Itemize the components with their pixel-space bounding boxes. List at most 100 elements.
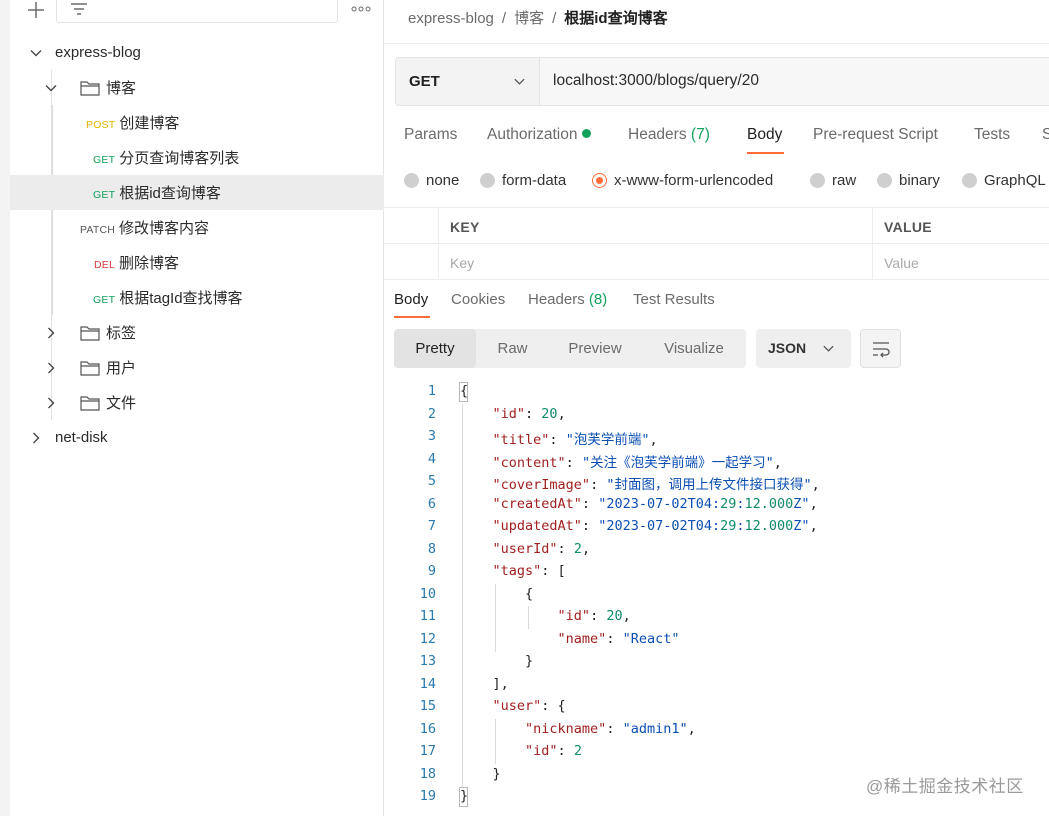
code-text: } (460, 765, 501, 782)
code-line: 13 } (384, 650, 1049, 673)
format-value: JSON (768, 340, 807, 356)
folder-icon (80, 360, 100, 376)
code-line: 10 { (384, 583, 1049, 606)
tab-params[interactable]: Params (404, 126, 457, 144)
folder-files[interactable]: 文件 (10, 385, 384, 420)
view-visualize-button[interactable]: Visualize (649, 329, 739, 368)
code-text: "tags": [ (492, 563, 566, 579)
code-line: 7 "updatedAt": "2023-07-02T04:29:12.000Z… (384, 515, 1049, 538)
method-select[interactable]: GET (396, 58, 540, 105)
collection-net-disk[interactable]: net-disk (10, 420, 384, 455)
response-tab-cookies[interactable]: Cookies (451, 291, 505, 308)
folder-label: 博客 (106, 80, 137, 97)
line-number: 19 (419, 788, 436, 804)
line-number: 4 (427, 450, 436, 467)
radio-none[interactable]: none (404, 172, 459, 189)
url-input[interactable]: localhost:3000/blogs/query/20 (540, 58, 1049, 105)
line-number: 5 (427, 473, 436, 489)
request-name: 根据id查询博客 (119, 185, 221, 202)
request-name: 修改博客内容 (119, 220, 210, 237)
tab-label: Headers (528, 291, 585, 308)
radio-icon (404, 173, 419, 188)
code-text: "title": "泡芙学前端", (492, 432, 658, 448)
request-update-blog[interactable]: PATCH 修改博客内容 (10, 210, 384, 245)
response-body-viewer[interactable]: 1{2 "id": 20, 3 "title": "泡芙学前端", 4 "conte… (384, 380, 1049, 816)
line-number: 1 (427, 383, 436, 399)
request-delete-blog[interactable]: DEL 删除博客 (10, 245, 384, 280)
response-tab-test-results[interactable]: Test Results (633, 291, 715, 308)
more-options-button[interactable] (348, 0, 374, 20)
tab-tests[interactable]: Tests (974, 126, 1010, 144)
method-badge: POST (86, 119, 116, 131)
chevron-right-icon (44, 396, 58, 410)
request-label: GET 分页查询博客列表 (93, 147, 239, 168)
tab-headers[interactable]: Headers (7) (628, 126, 710, 144)
plus-icon (28, 2, 44, 18)
tab-body[interactable]: Body (747, 126, 782, 144)
request-label: POST 创建博客 (86, 112, 179, 133)
request-get-blog-by-id[interactable]: GET 根据id查询博客 (10, 175, 384, 210)
breadcrumb-folder[interactable]: 博客 (514, 10, 544, 27)
request-list-blogs[interactable]: GET 分页查询博客列表 (10, 140, 384, 175)
line-number: 3 (427, 428, 436, 444)
filter-icon (71, 3, 87, 15)
format-select[interactable]: JSON (756, 329, 851, 368)
code-line: 15 "user": { (384, 695, 1049, 718)
wrap-lines-button[interactable] (860, 329, 901, 368)
line-number: 17 (419, 743, 436, 759)
line-number: 8 (427, 540, 436, 557)
key-input[interactable]: Key (439, 244, 873, 280)
line-number: 18 (419, 765, 436, 782)
code-line: 5 "coverImage": "封面图，调用上传文件接口获得", (384, 470, 1049, 493)
table-header-value: VALUE (873, 208, 1049, 244)
line-number: 2 (427, 405, 436, 422)
radio-graphql[interactable]: GraphQL (962, 172, 1046, 189)
radio-label: binary (899, 172, 940, 189)
radio-x-www-form-urlencoded[interactable]: x-www-form-urlencoded (592, 172, 773, 189)
chevron-right-icon (44, 326, 58, 340)
view-raw-button[interactable]: Raw (476, 329, 549, 368)
line-number: 6 (427, 495, 436, 512)
radio-label: x-www-form-urlencoded (614, 172, 774, 189)
folder-blog[interactable]: 博客 (10, 70, 384, 105)
line-number: 14 (419, 675, 436, 692)
radio-form-data[interactable]: form-data (480, 172, 566, 189)
tab-pre-request-script[interactable]: Pre-request Script (813, 126, 938, 144)
line-number: 7 (427, 518, 436, 534)
collection-express-blog[interactable]: express-blog (10, 35, 384, 70)
breadcrumb-separator: / (552, 10, 557, 27)
request-label: DEL 删除博客 (94, 252, 179, 273)
code-text: ], (460, 675, 509, 692)
line-number: 10 (419, 585, 436, 602)
chevron-down-icon (823, 345, 834, 352)
add-button[interactable] (24, 0, 48, 22)
request-create-blog[interactable]: POST 创建博客 (10, 105, 384, 140)
breadcrumb-current[interactable]: 根据id查询博客 (564, 10, 667, 27)
code-line: 8 "userId": 2, (384, 538, 1049, 561)
filter-input[interactable] (56, 0, 338, 23)
breadcrumb-collection[interactable]: express-blog (408, 10, 494, 27)
code-line: 17 "id": 2 (384, 740, 1049, 763)
more-horizontal-icon (351, 6, 371, 12)
value-input[interactable]: Value (873, 244, 1049, 280)
params-table: KEY VALUE Key Value (384, 207, 1049, 280)
view-preview-button[interactable]: Preview (556, 329, 634, 368)
radio-binary[interactable]: binary (877, 172, 940, 189)
method-badge: GET (93, 294, 116, 306)
table-cell (384, 244, 439, 280)
code-text: "content": "关注《泡芙学前端》一起学习", (492, 454, 782, 471)
tab-settings[interactable]: S (1042, 126, 1049, 144)
folder-users[interactable]: 用户 (10, 350, 384, 385)
folder-tags[interactable]: 标签 (10, 315, 384, 350)
code-text: { (460, 383, 469, 399)
chevron-down-icon (514, 78, 525, 85)
folder-label: 标签 (106, 325, 137, 342)
response-tab-body[interactable]: Body (394, 291, 428, 308)
value-placeholder: Value (884, 255, 919, 271)
request-find-by-tag[interactable]: GET 根据tagId查找博客 (10, 280, 384, 315)
response-tab-headers[interactable]: Headers (8) (528, 291, 607, 308)
radio-selected-icon (592, 173, 607, 188)
tab-authorization[interactable]: Authorization (487, 126, 592, 144)
radio-raw[interactable]: raw (810, 172, 856, 189)
view-pretty-button[interactable]: Pretty (394, 329, 476, 368)
